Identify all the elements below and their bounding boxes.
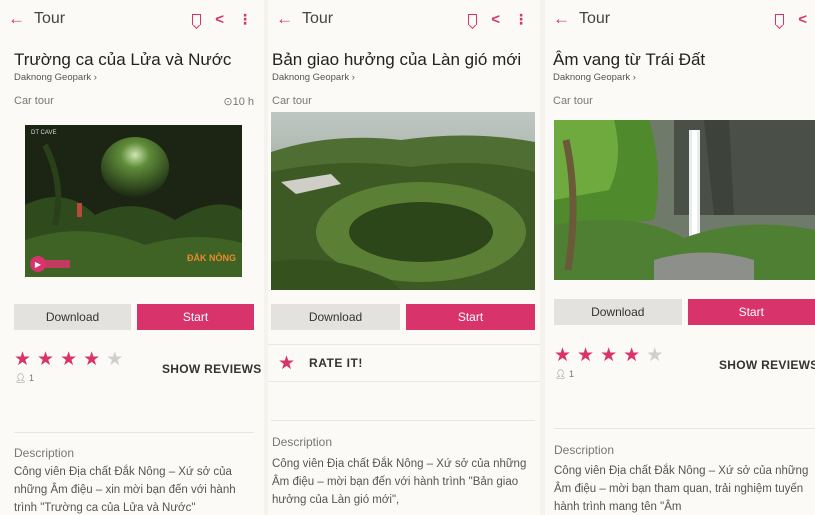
divider bbox=[271, 420, 535, 421]
description-text: Công viên Địa chất Đắk Nông – Xứ sở của … bbox=[14, 466, 236, 514]
review-count-value: 1 bbox=[28, 373, 34, 383]
review-count: 👤︎ 1 bbox=[555, 369, 574, 380]
bookmark-icon[interactable] bbox=[775, 13, 785, 25]
phone-screen-3: ← Tour < Âm vang từ Trái Đất Daknong Geo… bbox=[545, 0, 815, 515]
description-text: Công viên Địa chất Đắk Nông – Xứ sở của … bbox=[554, 465, 809, 513]
bookmark-icon[interactable] bbox=[192, 13, 202, 25]
phone-screen-2: ← Tour < ⋮ Bản giao hưởng của Làn gió mớ… bbox=[268, 0, 540, 515]
star-icon: ★ bbox=[623, 345, 641, 366]
bookmark-icon[interactable] bbox=[468, 13, 478, 25]
share-icon[interactable]: < bbox=[798, 11, 807, 28]
top-app-bar: ← Tour < ⋮ bbox=[268, 0, 540, 38]
star-icon: ★ bbox=[37, 349, 55, 370]
back-arrow-icon[interactable]: ← bbox=[553, 9, 579, 29]
star-icon: ★ bbox=[554, 345, 572, 366]
download-button[interactable]: Download bbox=[271, 304, 400, 330]
tour-header: Âm vang từ Trái Đất Daknong Geopark › Ca… bbox=[545, 38, 815, 124]
waterfall-illustration bbox=[554, 120, 815, 280]
top-app-bar: ← Tour < ⋮ bbox=[0, 0, 264, 38]
star-icon: ★ bbox=[646, 345, 664, 366]
rate-it-button[interactable]: RATE IT! bbox=[309, 356, 363, 370]
app-bar-title: Tour bbox=[579, 10, 611, 27]
user-icon: 👤︎ bbox=[15, 373, 27, 383]
show-reviews-button[interactable]: SHOW REVIEWS bbox=[719, 358, 815, 372]
description-heading: Description bbox=[14, 446, 75, 460]
review-count-value: 1 bbox=[568, 369, 574, 379]
tour-header: Trường ca của Lửa và Nước Daknong Geopar… bbox=[0, 38, 264, 124]
review-count: 👤︎ 1 bbox=[15, 373, 34, 384]
app-bar-title: Tour bbox=[34, 10, 66, 27]
tour-cover-image[interactable]: DT CAVE ▶ ĐẮK NÔNG bbox=[25, 125, 242, 277]
rating-stars: ★ ★ ★ ★ ★ bbox=[554, 346, 663, 365]
brand-logo: ĐẮK NÔNG bbox=[187, 253, 236, 263]
rating-stars: ★ ★ ★ ★ ★ bbox=[14, 350, 123, 369]
user-icon: 👤︎ bbox=[555, 369, 567, 379]
star-icon: ★ bbox=[106, 349, 124, 370]
start-button[interactable]: Start bbox=[137, 304, 254, 330]
back-arrow-icon[interactable]: ← bbox=[8, 9, 34, 29]
star-icon: ★ bbox=[600, 345, 618, 366]
provider-link[interactable]: Daknong Geopark › bbox=[14, 72, 264, 83]
provider-link[interactable]: Daknong Geopark › bbox=[553, 72, 815, 83]
star-icon: ★ bbox=[83, 349, 101, 370]
show-reviews-button[interactable]: SHOW REVIEWS bbox=[162, 362, 262, 376]
share-icon[interactable]: < bbox=[491, 11, 500, 28]
divider bbox=[14, 432, 254, 433]
star-icon: ★ bbox=[14, 349, 32, 370]
tour-category: Car tour bbox=[272, 95, 312, 107]
download-button[interactable]: Download bbox=[554, 299, 682, 325]
star-icon: ★ bbox=[577, 345, 595, 366]
divider bbox=[554, 428, 815, 429]
back-arrow-icon[interactable]: ← bbox=[276, 9, 302, 29]
tour-category: Car tour bbox=[553, 95, 593, 107]
tour-title: Bản giao hưởng của Làn gió mới bbox=[272, 50, 522, 69]
share-icon[interactable]: < bbox=[215, 11, 224, 28]
more-vert-icon[interactable]: ⋮ bbox=[514, 11, 528, 28]
rate-it-row[interactable]: ★ RATE IT! bbox=[268, 344, 540, 382]
media-badge bbox=[44, 260, 70, 268]
phone-screen-1: ← Tour < ⋮ Trường ca của Lửa và Nước Dak… bbox=[0, 0, 264, 515]
tour-title: Trường ca của Lửa và Nước bbox=[14, 50, 232, 69]
star-icon: ★ bbox=[60, 349, 78, 370]
start-button[interactable]: Start bbox=[687, 299, 815, 325]
image-caption: DT CAVE bbox=[31, 130, 57, 136]
description-heading: Description bbox=[272, 435, 333, 449]
tour-duration: ⊙10 h bbox=[223, 96, 254, 108]
description-heading: Description bbox=[554, 443, 615, 457]
star-icon: ★ bbox=[278, 352, 296, 374]
tour-title: Âm vang từ Trái Đất bbox=[553, 50, 706, 69]
download-button[interactable]: Download bbox=[14, 304, 131, 330]
description-text: Công viên Địa chất Đắk Nông – Xứ sở của … bbox=[272, 458, 527, 506]
tour-cover-image[interactable] bbox=[271, 112, 535, 290]
tour-cover-image[interactable] bbox=[554, 120, 815, 280]
top-app-bar: ← Tour < bbox=[545, 0, 815, 38]
app-bar-title: Tour bbox=[302, 10, 334, 27]
more-vert-icon[interactable]: ⋮ bbox=[238, 11, 252, 28]
tour-category: Car tour bbox=[14, 95, 54, 107]
provider-link[interactable]: Daknong Geopark › bbox=[272, 72, 540, 83]
start-button[interactable]: Start bbox=[406, 304, 535, 330]
volcano-crater-illustration bbox=[271, 112, 535, 290]
